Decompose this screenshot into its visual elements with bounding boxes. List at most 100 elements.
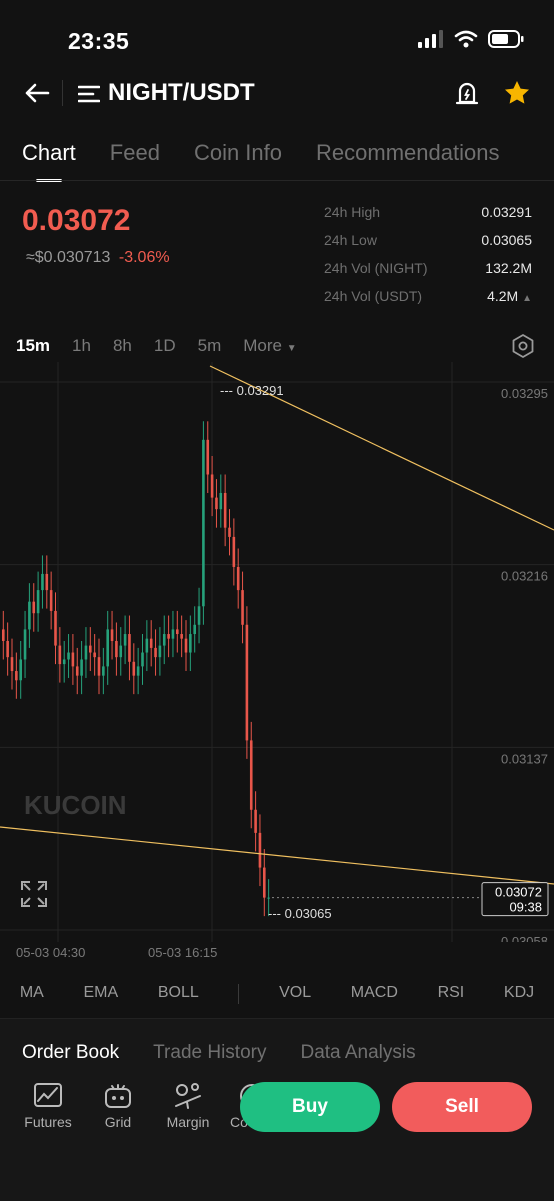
candle-body bbox=[267, 897, 270, 899]
last-price-value: 0.03072 bbox=[495, 885, 542, 900]
y-tick-label: 0.03058 bbox=[501, 934, 548, 942]
candle bbox=[236, 548, 240, 609]
candle-body bbox=[219, 492, 223, 510]
candle bbox=[28, 583, 31, 648]
candle-body bbox=[263, 867, 266, 898]
tab-feed[interactable]: Feed bbox=[110, 140, 160, 166]
wifi-icon bbox=[454, 30, 478, 48]
price-chart[interactable]: 0.03295 0.03216 0.03137 0.03058 KUCOIN --- … bbox=[0, 362, 554, 942]
last-price: 0.03072 bbox=[22, 204, 131, 237]
candle-body bbox=[162, 634, 166, 646]
candle-body bbox=[67, 652, 70, 660]
candle-body bbox=[258, 832, 262, 868]
candle bbox=[119, 627, 123, 676]
pair-menu-icon[interactable] bbox=[78, 84, 100, 104]
interval-5m[interactable]: 5m bbox=[198, 336, 222, 356]
candle bbox=[67, 634, 70, 678]
candle bbox=[193, 606, 196, 653]
candle bbox=[167, 615, 170, 658]
candle-body bbox=[154, 647, 157, 658]
sell-button[interactable]: Sell bbox=[392, 1082, 532, 1132]
tab-recommendations[interactable]: Recommendations bbox=[316, 140, 499, 166]
tabs-divider bbox=[0, 180, 554, 181]
candle bbox=[58, 627, 62, 683]
candle-body bbox=[136, 666, 140, 676]
candle bbox=[128, 615, 131, 681]
last-price-tag: 0.0307209:38 bbox=[481, 882, 549, 917]
indicator-kdj[interactable]: KDJ bbox=[504, 984, 534, 1004]
tab-order-book[interactable]: Order Book bbox=[22, 1042, 119, 1064]
buy-button[interactable]: Buy bbox=[240, 1082, 380, 1132]
candle-body bbox=[236, 566, 240, 591]
interval-8h[interactable]: 8h bbox=[113, 336, 132, 356]
pair-title[interactable]: NIGHT/USDT bbox=[108, 79, 255, 107]
candle-body bbox=[36, 590, 40, 614]
indicator-macd[interactable]: MACD bbox=[351, 984, 398, 1004]
fullscreen-icon[interactable] bbox=[21, 881, 47, 907]
candle-body bbox=[184, 638, 188, 653]
candle bbox=[197, 587, 201, 644]
candle bbox=[254, 791, 257, 852]
candle bbox=[249, 721, 253, 829]
candle bbox=[132, 643, 136, 695]
interval-1d[interactable]: 1D bbox=[154, 336, 176, 356]
candle-body bbox=[32, 601, 36, 614]
candle bbox=[141, 634, 144, 685]
tab-chart[interactable]: Chart bbox=[22, 140, 76, 182]
candle bbox=[62, 640, 66, 683]
header-divider bbox=[62, 80, 63, 106]
candle-body bbox=[197, 606, 201, 625]
status-time: 23:35 bbox=[68, 28, 130, 54]
tab-data-analysis[interactable]: Data Analysis bbox=[300, 1042, 415, 1064]
stat-24h-vol-quote[interactable]: 24h Vol (USDT) 4.2M ▲ bbox=[324, 282, 532, 310]
interval-1h[interactable]: 1h bbox=[72, 336, 91, 356]
candle bbox=[232, 518, 236, 586]
indicator-ma[interactable]: MA bbox=[20, 984, 44, 1004]
interval-15m[interactable]: 15m bbox=[16, 336, 50, 356]
tool-futures[interactable]: Futures bbox=[20, 1082, 76, 1130]
kucoin-watermark: KUCOIN bbox=[24, 790, 127, 820]
candle bbox=[71, 634, 75, 685]
tab-coin-info[interactable]: Coin Info bbox=[194, 140, 282, 166]
signal-icon bbox=[418, 30, 443, 48]
interval-more[interactable]: More ▼ bbox=[243, 336, 296, 356]
chart-settings-icon[interactable] bbox=[510, 333, 536, 359]
indicator-ema[interactable]: EMA bbox=[84, 984, 119, 1004]
candle-body bbox=[149, 638, 153, 648]
stat-24h-high: 24h High 0.03291 bbox=[324, 198, 532, 226]
candle bbox=[89, 627, 92, 672]
candle bbox=[228, 509, 231, 556]
candle-body bbox=[206, 439, 210, 475]
caret-down-icon: ▼ bbox=[286, 343, 297, 354]
candle bbox=[245, 606, 249, 759]
stat-label: 24h Vol (USDT) bbox=[324, 288, 423, 304]
candle bbox=[2, 610, 5, 660]
candle bbox=[180, 615, 183, 658]
favorite-star-icon[interactable] bbox=[502, 78, 532, 108]
candle bbox=[32, 583, 36, 632]
indicator-vol[interactable]: VOL bbox=[279, 984, 311, 1004]
candle-body bbox=[80, 659, 83, 676]
candle bbox=[263, 849, 266, 917]
tool-margin[interactable]: Margin bbox=[160, 1082, 216, 1130]
y-tick-label: 0.03216 bbox=[501, 569, 548, 584]
tab-trade-history[interactable]: Trade History bbox=[153, 1042, 266, 1064]
candle bbox=[106, 610, 109, 685]
candle-body bbox=[180, 634, 183, 639]
back-arrow-icon[interactable] bbox=[22, 78, 52, 108]
candle-body bbox=[45, 573, 49, 591]
candle bbox=[158, 627, 162, 676]
tool-grid[interactable]: Grid bbox=[90, 1082, 146, 1130]
indicator-boll[interactable]: BOLL bbox=[158, 984, 199, 1004]
price-change: -3.06% bbox=[118, 249, 170, 266]
stat-value: 0.03291 bbox=[481, 204, 532, 220]
candle bbox=[171, 610, 175, 658]
grid-bot-icon bbox=[105, 1084, 131, 1108]
stat-24h-low: 24h Low 0.03065 bbox=[324, 226, 532, 254]
candle-countdown: 09:38 bbox=[509, 900, 542, 915]
candle-body bbox=[254, 809, 257, 833]
ticker-stats: 24h High 0.03291 24h Low 0.03065 24h Vol… bbox=[324, 198, 532, 310]
candle-body bbox=[15, 671, 18, 681]
indicator-rsi[interactable]: RSI bbox=[438, 984, 465, 1004]
price-alert-icon[interactable] bbox=[452, 78, 482, 108]
